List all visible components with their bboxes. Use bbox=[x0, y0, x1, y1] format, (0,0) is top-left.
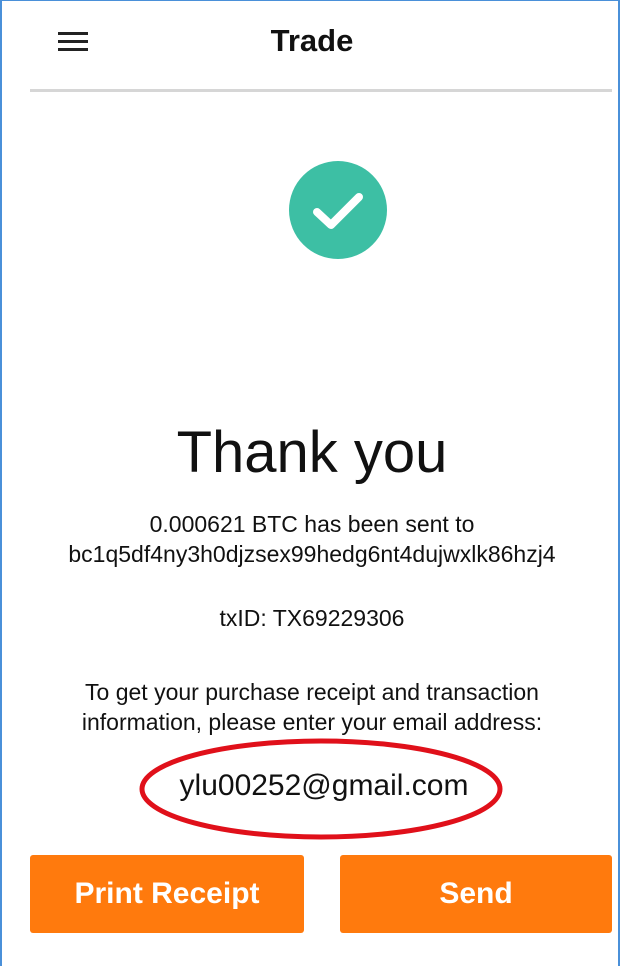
checkmark-circle-icon bbox=[289, 161, 387, 259]
email-field[interactable]: ylu00252@gmail.com bbox=[142, 769, 506, 803]
page-title: Trade bbox=[270, 23, 354, 58]
sent-message: 0.000621 BTC has been sent to bc1q5df4ny… bbox=[2, 509, 618, 569]
recipient-address: bc1q5df4ny3h0djzsex99hedg6nt4dujwxlk86hz… bbox=[68, 541, 556, 567]
top-bar: Trade bbox=[2, 1, 618, 89]
app-screen: Trade Thank you 0.000621 BTC has been se… bbox=[0, 0, 620, 966]
receipt-line-1: To get your purchase receipt and transac… bbox=[85, 679, 539, 705]
transaction-id: txID: TX69229306 bbox=[219, 605, 405, 631]
send-button[interactable]: Send bbox=[340, 855, 612, 933]
receipt-instructions: To get your purchase receipt and transac… bbox=[2, 677, 618, 737]
sent-amount-line: 0.000621 BTC has been sent to bbox=[149, 511, 475, 537]
thank-you-heading: Thank you bbox=[176, 420, 448, 485]
header-divider bbox=[30, 89, 612, 92]
checkmark-icon bbox=[313, 193, 363, 229]
receipt-line-2: information, please enter your email add… bbox=[81, 709, 543, 735]
print-receipt-button[interactable]: Print Receipt bbox=[30, 855, 304, 933]
